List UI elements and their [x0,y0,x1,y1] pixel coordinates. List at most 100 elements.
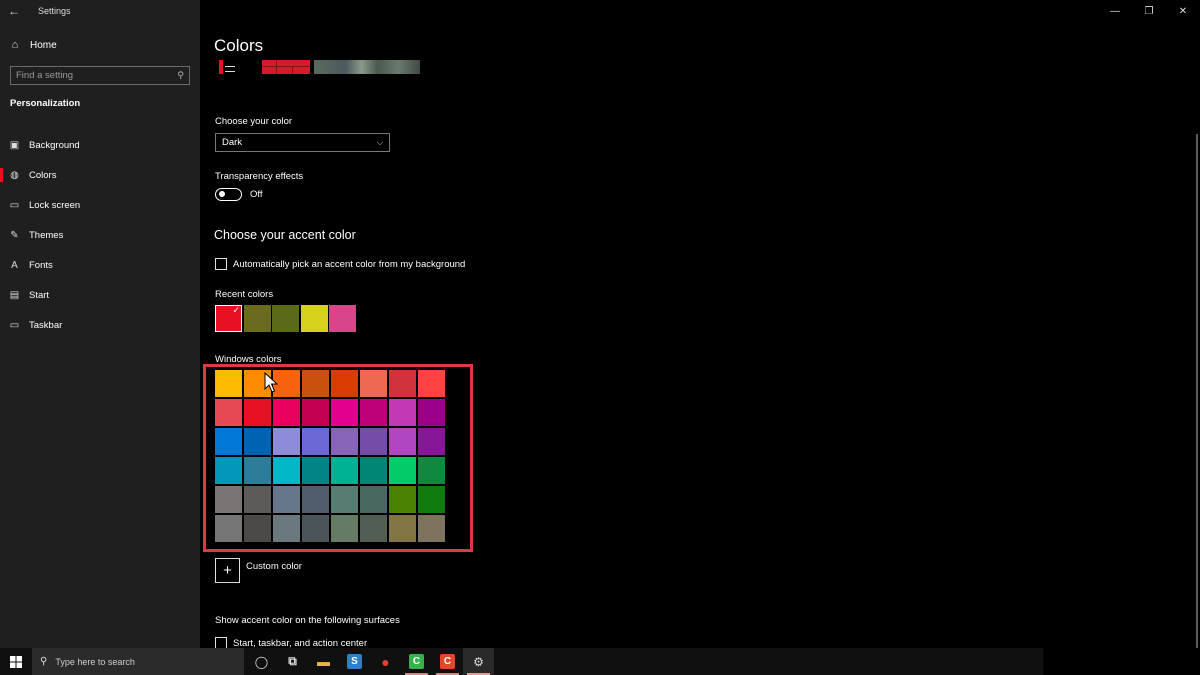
windows-color-swatch[interactable] [418,370,445,397]
snagit-icon: S [347,654,362,669]
windows-color-swatch[interactable] [389,515,416,542]
windows-color-swatch[interactable] [302,457,329,484]
windows-color-swatch[interactable] [331,370,358,397]
sidebar-item-label: Taskbar [29,319,63,331]
transparency-label: Transparency effects [215,171,304,182]
back-button[interactable]: ← [0,0,28,22]
palette-icon: ◍ [10,169,19,181]
windows-color-swatch[interactable] [360,370,387,397]
taskbar-search[interactable]: ⚲ Type here to search [32,648,244,675]
page-title: Colors [214,36,264,55]
recent-color-swatch[interactable]: ✓ [215,305,242,332]
windows-color-swatch[interactable] [215,515,242,542]
recent-color-swatch[interactable] [329,305,356,332]
windows-color-swatch[interactable] [418,486,445,513]
sidebar: ← Settings ⌂ Home Find a setting ⚲ Perso… [0,0,200,648]
windows-color-swatch[interactable] [302,370,329,397]
windows-color-swatch[interactable] [244,399,271,426]
transparency-toggle[interactable] [215,188,242,201]
file-explorer-taskbar-button[interactable]: ▬ [308,648,339,675]
scrollbar[interactable] [1196,134,1198,648]
preview-wallpaper [314,60,420,74]
sidebar-item-themes[interactable]: ✎ Themes [0,220,200,250]
windows-color-swatch[interactable] [302,428,329,455]
windows-color-swatch[interactable] [244,457,271,484]
timeline-taskbar-button[interactable]: ⧉ [277,648,308,675]
start-icon: ▤ [9,289,20,301]
search-input[interactable]: Find a setting ⚲ [10,66,190,85]
sidebar-item-background[interactable]: ▣ Background [0,130,200,160]
windows-color-swatch[interactable] [302,399,329,426]
windows-color-swatch[interactable] [389,457,416,484]
camtasia-recorder-icon: C [440,654,455,669]
preview-divider [262,66,310,67]
windows-color-swatch[interactable] [360,399,387,426]
windows-color-swatch[interactable] [331,399,358,426]
chrome-taskbar-button[interactable]: ● [370,648,401,675]
windows-color-swatch[interactable] [331,486,358,513]
start-button[interactable] [0,648,32,675]
color-mode-dropdown[interactable]: Dark ⌵ [215,133,390,152]
snagit-taskbar-button[interactable]: S [339,648,370,675]
plus-icon: + [223,562,232,579]
windows-color-swatch[interactable] [302,515,329,542]
lock-screen-icon: ▭ [9,199,20,211]
windows-color-swatch[interactable] [389,428,416,455]
windows-color-swatch[interactable] [331,428,358,455]
search-icon[interactable]: ⚲ [177,70,184,81]
windows-color-swatch[interactable] [273,399,300,426]
sidebar-item-label: Background [29,139,80,151]
windows-color-swatch[interactable] [360,515,387,542]
recent-color-swatch[interactable] [272,305,299,332]
preview-start-accent [219,60,223,74]
themes-icon: ✎ [10,229,19,241]
windows-color-swatch[interactable] [418,399,445,426]
windows-color-swatch[interactable] [244,428,271,455]
custom-color-row: + Custom color [215,558,302,583]
sidebar-item-taskbar[interactable]: ▭ Taskbar [0,310,200,340]
windows-color-swatch[interactable] [389,486,416,513]
windows-color-swatch[interactable] [215,370,242,397]
windows-color-swatch[interactable] [273,457,300,484]
windows-color-swatch[interactable] [215,428,242,455]
windows-color-swatch[interactable] [331,457,358,484]
windows-color-swatch[interactable] [360,486,387,513]
windows-color-swatch[interactable] [360,428,387,455]
preview-line [225,71,235,72]
auto-pick-checkbox[interactable] [215,258,227,270]
windows-color-swatch[interactable] [302,486,329,513]
windows-color-swatch[interactable] [418,515,445,542]
windows-color-swatch[interactable] [273,515,300,542]
windows-color-swatch[interactable] [389,399,416,426]
sidebar-item-lock-screen[interactable]: ▭ Lock screen [0,190,200,220]
windows-color-swatch[interactable] [244,515,271,542]
windows-color-swatch[interactable] [273,486,300,513]
windows-color-swatch[interactable] [215,486,242,513]
toggle-state: Off [250,189,263,200]
windows-color-swatch[interactable] [215,457,242,484]
windows-color-swatch[interactable] [331,515,358,542]
windows-color-swatch[interactable] [215,399,242,426]
sidebar-item-label: Lock screen [29,199,81,211]
sidebar-item-fonts[interactable]: A Fonts [0,250,200,280]
sidebar-item-home[interactable]: ⌂ Home [0,34,200,56]
recent-color-swatch[interactable] [243,305,271,332]
windows-color-swatch[interactable] [389,370,416,397]
settings-gear-taskbar-button[interactable]: ⚙ [463,648,494,675]
camtasia-recorder-taskbar-button[interactable]: C [432,648,463,675]
windows-color-swatch[interactable] [360,457,387,484]
sidebar-item-label: Colors [29,169,57,181]
windows-color-swatch[interactable] [273,428,300,455]
sidebar-item-start[interactable]: ▤ Start [0,280,200,310]
camtasia-taskbar-button[interactable]: C [401,648,432,675]
windows-color-swatch[interactable] [418,428,445,455]
windows-color-swatch[interactable] [244,486,271,513]
toggle-knob [219,191,225,197]
custom-color-button[interactable]: + [215,558,240,583]
accent-heading: Choose your accent color [214,228,356,242]
task-view-taskbar-button[interactable]: ◯ [246,648,277,675]
search-icon: ⚲ [40,656,48,667]
sidebar-item-colors[interactable]: ◍ Colors [0,160,200,190]
windows-color-swatch[interactable] [418,457,445,484]
recent-color-swatch[interactable] [300,305,328,332]
